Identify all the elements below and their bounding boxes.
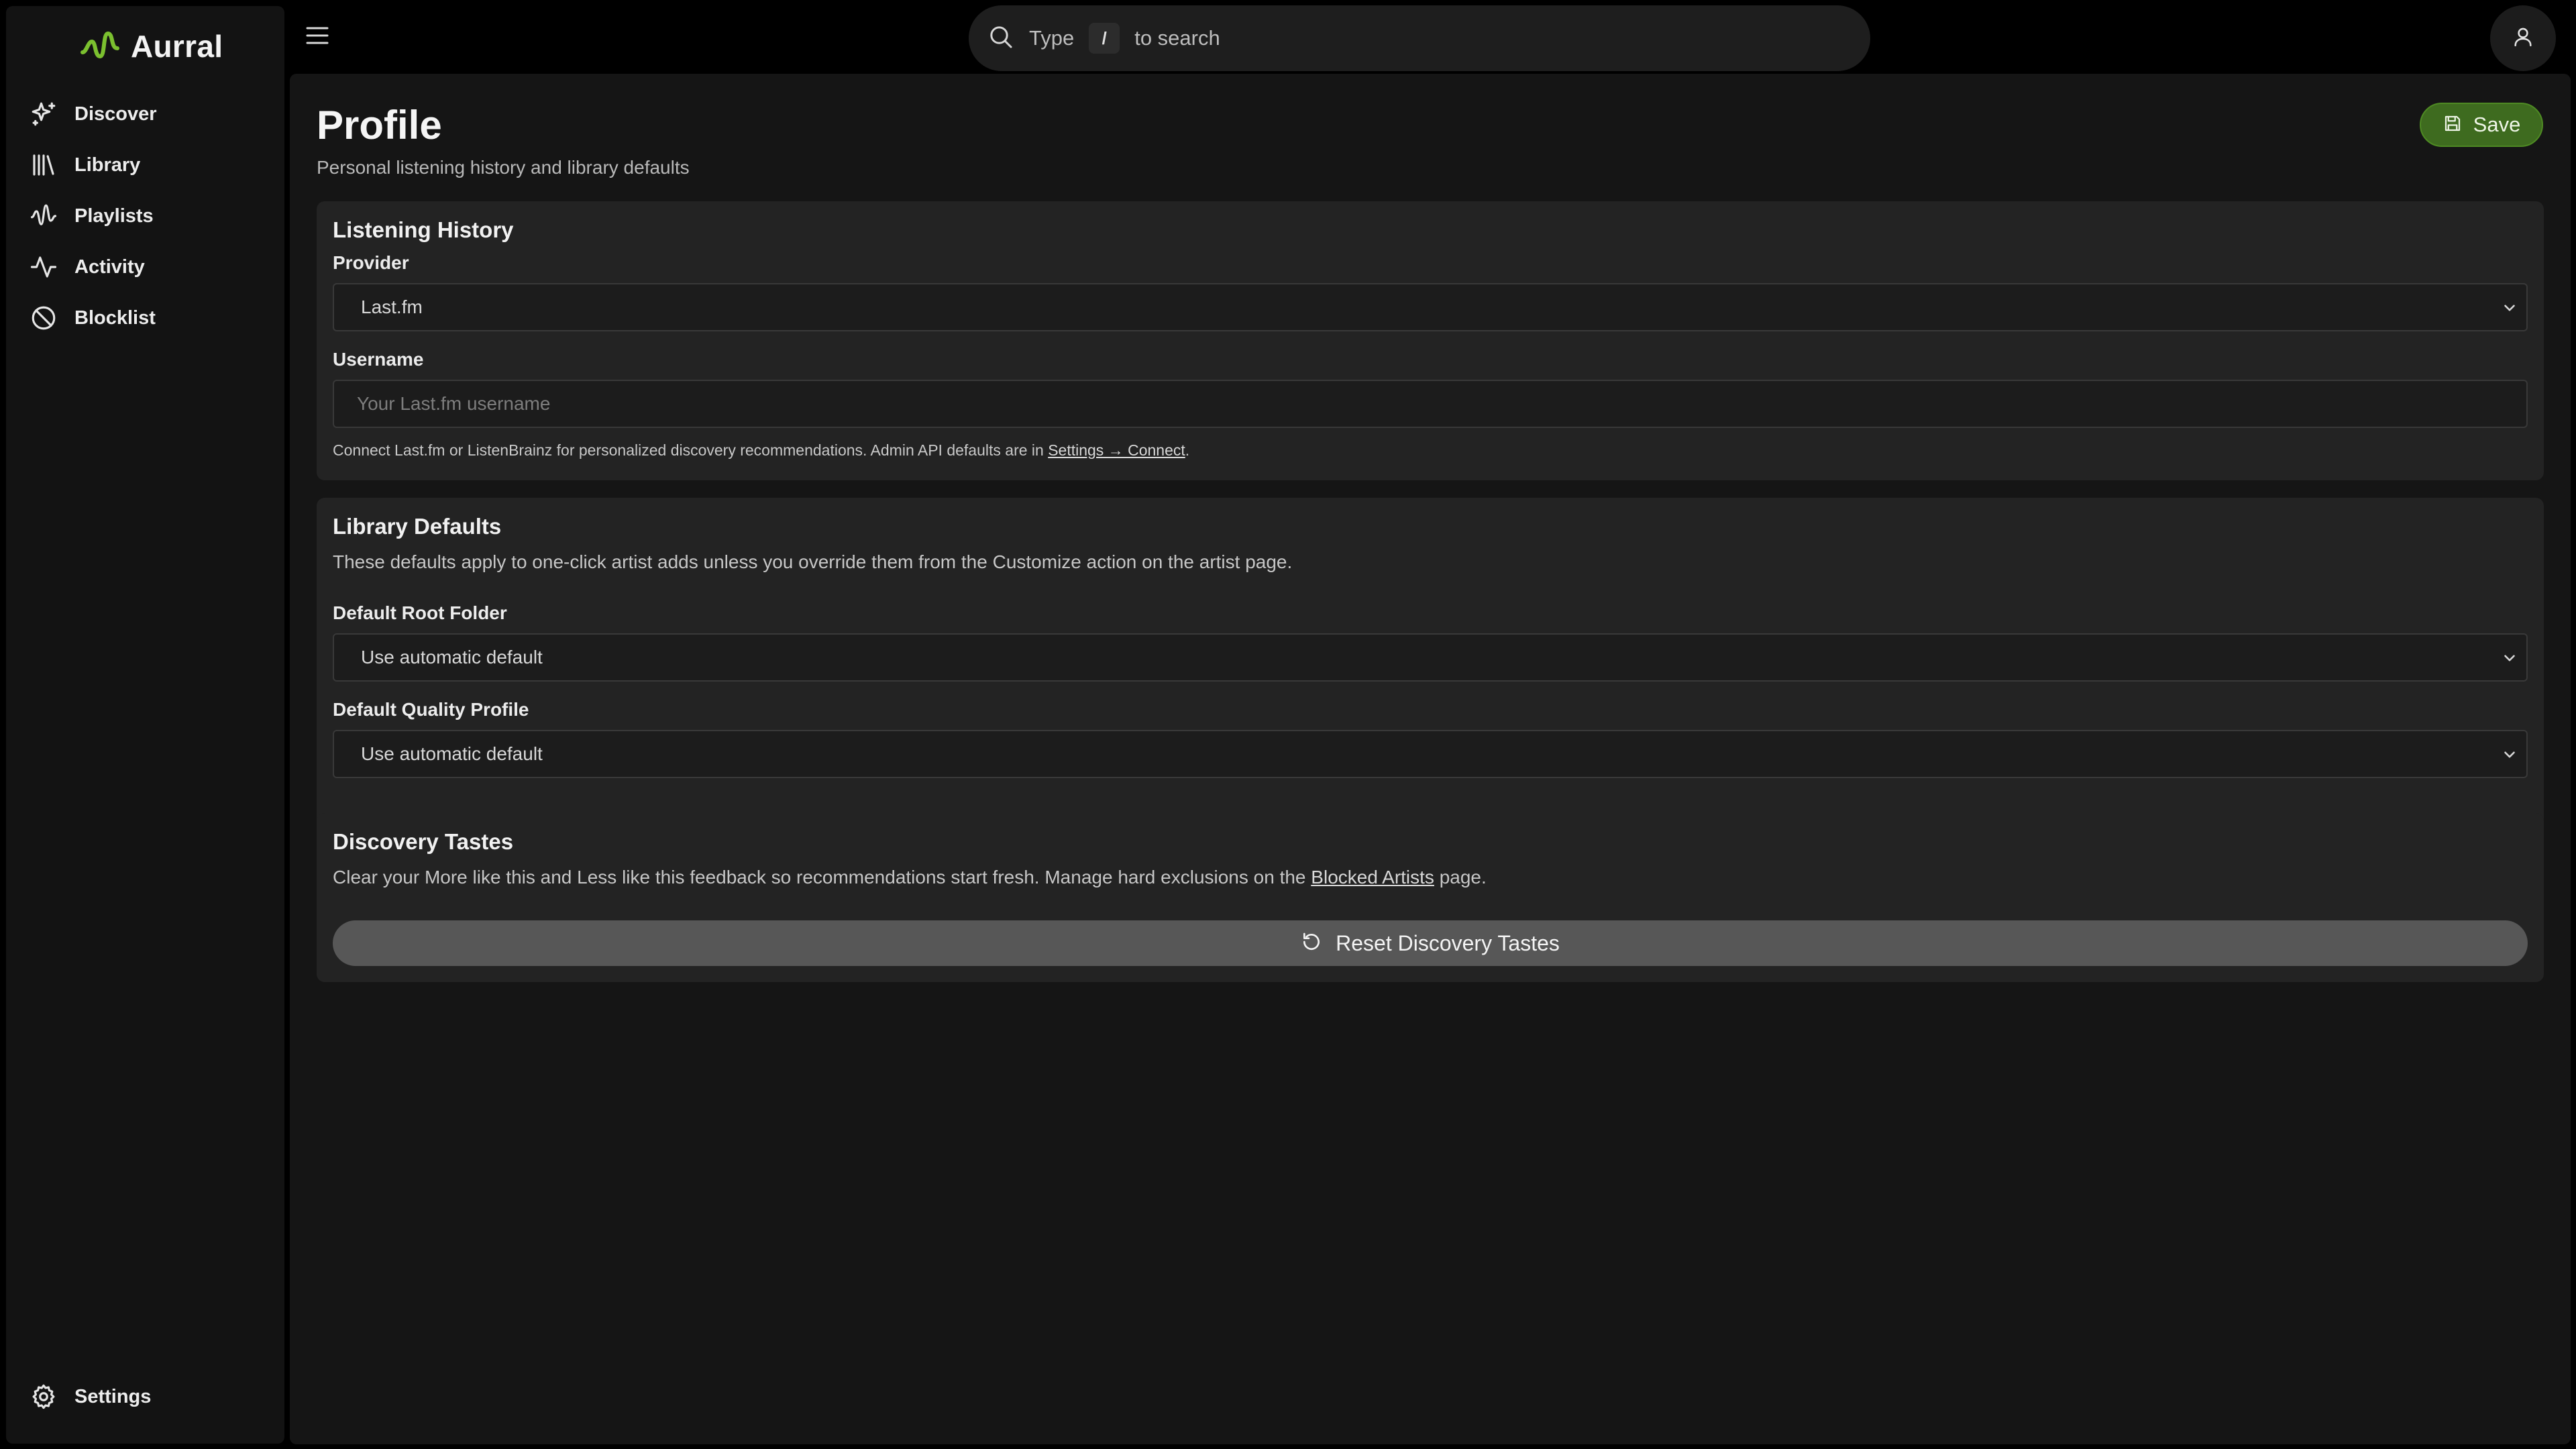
reset-button-label: Reset Discovery Tastes bbox=[1336, 930, 1560, 955]
audio-waveform-icon bbox=[29, 201, 58, 231]
root-folder-label: Default Root Folder bbox=[333, 602, 507, 623]
description-text: Clear your More like this and Less like … bbox=[333, 867, 1311, 888]
sidebar: Aurral Discover Library Playlists Activi… bbox=[6, 6, 284, 1444]
username-label: Username bbox=[333, 349, 424, 370]
gear-icon bbox=[29, 1382, 58, 1411]
username-input[interactable] bbox=[333, 380, 2528, 428]
brand[interactable]: Aurral bbox=[80, 26, 223, 66]
chevron-down-icon bbox=[2501, 746, 2518, 767]
app-root: Aurral Discover Library Playlists Activi… bbox=[0, 0, 2576, 1449]
help-text: Connect Last.fm or ListenBrainz for pers… bbox=[333, 441, 1049, 459]
search-bar[interactable]: Type / to search bbox=[969, 5, 1870, 71]
ban-icon bbox=[29, 303, 58, 333]
listening-history-heading: Listening History bbox=[333, 217, 514, 242]
search-hint-prefix: Type bbox=[1029, 26, 1075, 50]
sidebar-item-label: Activity bbox=[74, 256, 145, 278]
search-shortcut-key: / bbox=[1089, 23, 1120, 54]
hamburger-icon bbox=[305, 25, 329, 50]
listening-history-help: Connect Last.fm or ListenBrainz for pers… bbox=[333, 441, 1189, 460]
sidebar-item-activity[interactable]: Activity bbox=[29, 247, 270, 287]
help-suffix: . bbox=[1185, 441, 1190, 459]
page-subtitle: Personal listening history and library d… bbox=[317, 157, 690, 178]
sidebar-item-label: Library bbox=[74, 154, 141, 176]
search-hint-suffix: to search bbox=[1134, 26, 1220, 50]
search-icon bbox=[987, 23, 1014, 54]
provider-select-value: Last.fm bbox=[361, 297, 423, 317]
rotate-ccw-icon bbox=[1301, 931, 1322, 956]
description-suffix: page. bbox=[1434, 867, 1487, 888]
library-defaults-heading: Library Defaults bbox=[333, 514, 502, 539]
sidebar-item-library[interactable]: Library bbox=[29, 145, 270, 185]
quality-profile-select[interactable]: Use automatic default bbox=[333, 730, 2528, 778]
sidebar-item-discover[interactable]: Discover bbox=[29, 94, 270, 134]
sidebar-item-settings[interactable]: Settings bbox=[29, 1377, 270, 1417]
sidebar-item-label: Playlists bbox=[74, 205, 154, 227]
activity-icon bbox=[29, 252, 58, 282]
provider-label: Provider bbox=[333, 252, 409, 273]
listening-history-card: Listening History Provider Last.fm Usern… bbox=[317, 201, 2544, 480]
library-icon bbox=[29, 150, 58, 180]
blocked-artists-link[interactable]: Blocked Artists bbox=[1311, 867, 1434, 888]
chevron-down-icon bbox=[2501, 299, 2518, 320]
save-button-label: Save bbox=[2473, 113, 2521, 136]
sparkles-icon bbox=[29, 99, 58, 129]
root-folder-select[interactable]: Use automatic default bbox=[333, 633, 2528, 682]
sidebar-item-blocklist[interactable]: Blocklist bbox=[29, 298, 270, 338]
user-menu-button[interactable] bbox=[2490, 5, 2556, 71]
quality-profile-label: Default Quality Profile bbox=[333, 699, 529, 720]
user-icon bbox=[2512, 25, 2534, 52]
sidebar-item-label: Blocklist bbox=[74, 307, 156, 329]
save-icon bbox=[2443, 113, 2463, 137]
quality-profile-select-value: Use automatic default bbox=[361, 743, 543, 764]
root-folder-select-value: Use automatic default bbox=[361, 647, 543, 667]
discovery-tastes-heading: Discovery Tastes bbox=[333, 829, 514, 854]
library-defaults-description: These defaults apply to one-click artist… bbox=[333, 551, 1293, 572]
reset-discovery-tastes-button[interactable]: Reset Discovery Tastes bbox=[333, 920, 2528, 966]
chevron-down-icon bbox=[2501, 649, 2518, 670]
save-button[interactable]: Save bbox=[2420, 103, 2543, 147]
menu-toggle-button[interactable] bbox=[301, 20, 334, 54]
discovery-tastes-description: Clear your More like this and Less like … bbox=[333, 867, 1487, 888]
brand-name: Aurral bbox=[131, 29, 223, 64]
main-panel: Profile Personal listening history and l… bbox=[290, 74, 2571, 1444]
provider-select[interactable]: Last.fm bbox=[333, 283, 2528, 331]
page-title: Profile bbox=[317, 103, 442, 148]
sidebar-item-label: Settings bbox=[74, 1385, 152, 1407]
discovery-tastes-card: Discovery Tastes Clear your More like th… bbox=[317, 813, 2544, 982]
settings-connect-link[interactable]: Settings → Connect bbox=[1048, 441, 1185, 459]
waveform-logo-icon bbox=[80, 28, 120, 65]
sidebar-item-label: Discover bbox=[74, 103, 157, 125]
sidebar-item-playlists[interactable]: Playlists bbox=[29, 196, 270, 236]
